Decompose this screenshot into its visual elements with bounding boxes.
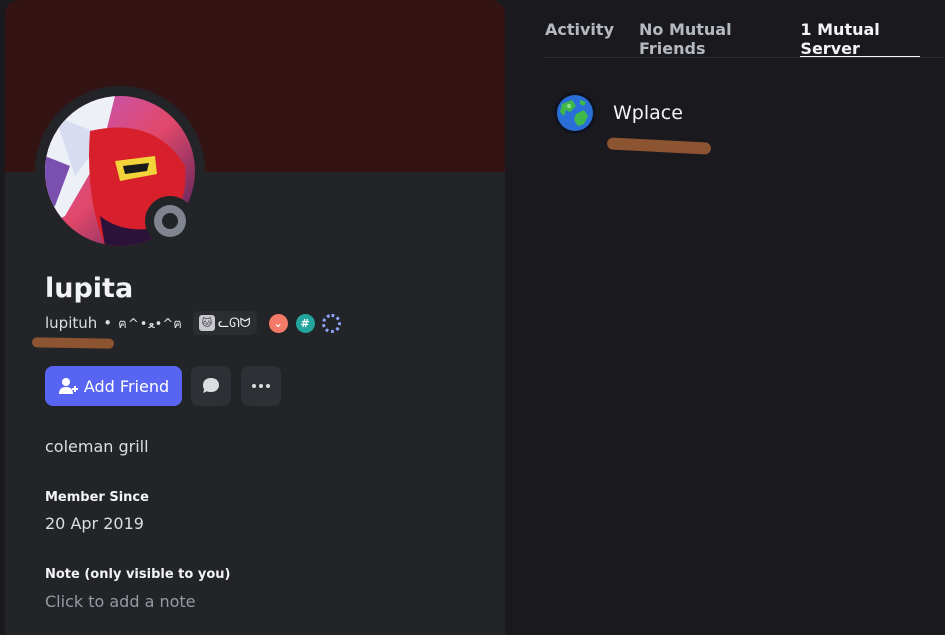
redaction-scribble [31, 337, 115, 349]
member-since-title: Member Since [45, 490, 149, 505]
bio-text: coleman grill [45, 437, 149, 456]
note-title: Note (only visible to you) [45, 567, 231, 582]
add-friend-label: Add Friend [83, 376, 170, 396]
globe-icon [554, 92, 596, 134]
hypesquad-icon[interactable]: ⌄ [268, 313, 288, 333]
redaction-scribble [606, 137, 712, 155]
tabs-divider [545, 57, 945, 58]
mutual-server-item[interactable]: Wplace [554, 92, 683, 134]
add-friend-button[interactable]: Add Friend [45, 366, 182, 406]
tab-mutual-servers[interactable]: 1 Mutual Server [800, 0, 920, 58]
message-button[interactable] [191, 366, 231, 406]
ring-badge-icon[interactable] [321, 313, 341, 333]
guild-tag-chip[interactable]: 🐱 ᓚᘏᗢ [192, 311, 257, 335]
more-icon [252, 384, 270, 388]
offline-status-icon [154, 205, 186, 237]
hash-badge-icon[interactable]: # [295, 313, 315, 333]
display-name: lupita [45, 273, 134, 304]
profile-tabs: Activity No Mutual Friends 1 Mutual Serv… [545, 0, 945, 58]
status-indicator [145, 196, 195, 246]
guild-tag-text: ᓚᘏᗢ [217, 315, 251, 331]
tab-activity[interactable]: Activity [545, 0, 614, 58]
member-since-date: 20 Apr 2019 [45, 514, 144, 533]
add-user-icon [58, 378, 78, 394]
username-separator: • [103, 314, 113, 332]
message-icon [203, 378, 219, 393]
more-options-button[interactable] [241, 366, 281, 406]
server-name: Wplace [613, 102, 683, 124]
cat-icon: 🐱 [198, 315, 215, 331]
username-row: lupituh • ฅ^•ﻌ•^ฅ 🐱 ᓚᘏᗢ ⌄ # [45, 311, 341, 335]
note-input[interactable]: Click to add a note [45, 592, 465, 614]
pronouns: ฅ^•ﻌ•^ฅ [118, 316, 183, 332]
profile-card: lupita lupituh • ฅ^•ﻌ•^ฅ 🐱 ᓚᘏᗢ ⌄ # Add F… [5, 0, 505, 635]
tab-mutual-friends[interactable]: No Mutual Friends [639, 0, 775, 58]
avatar-container[interactable] [35, 86, 205, 256]
username[interactable]: lupituh [45, 314, 97, 332]
